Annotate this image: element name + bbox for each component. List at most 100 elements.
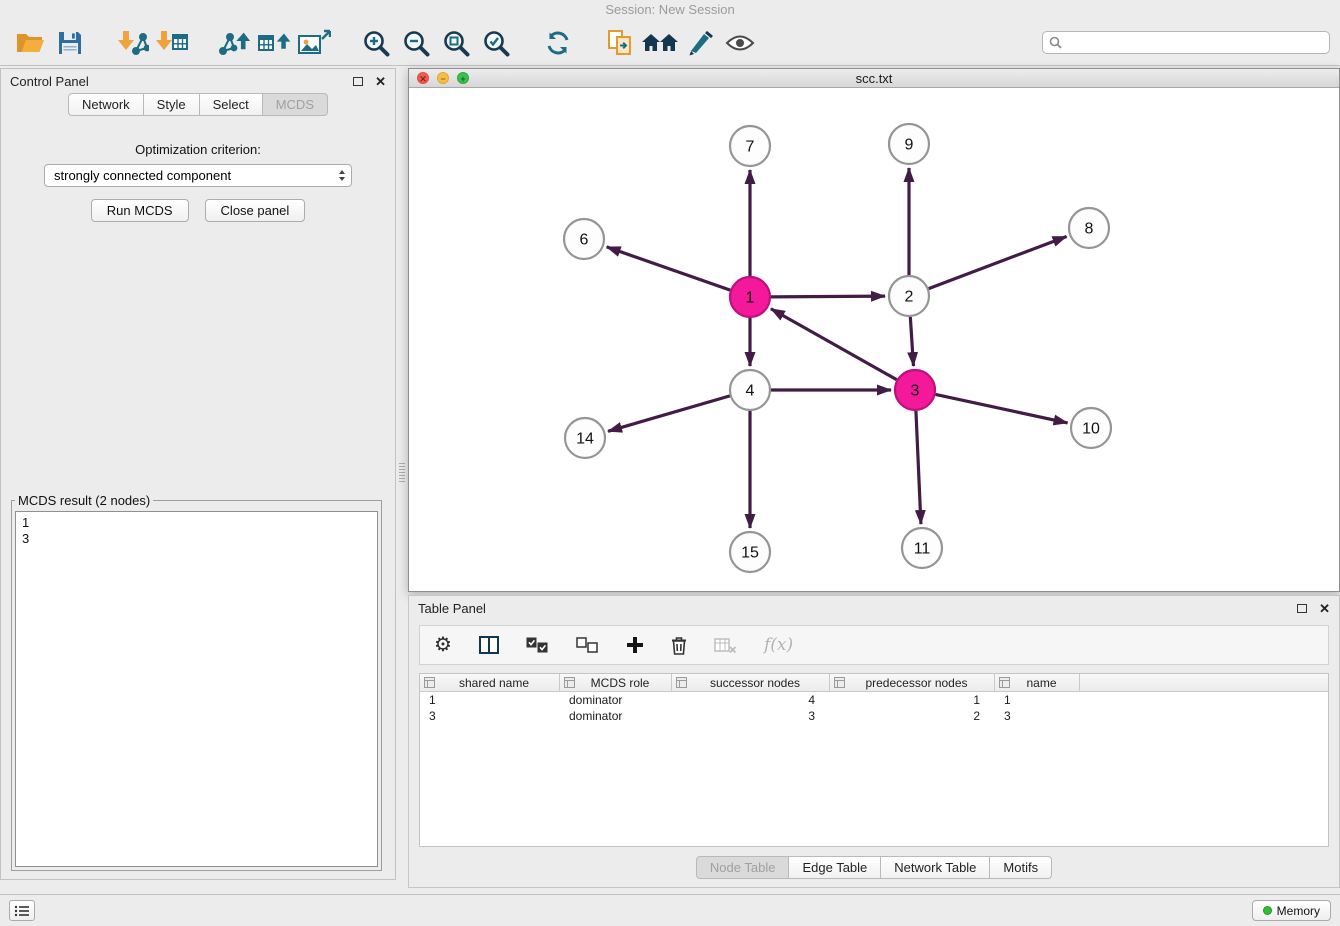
- column-header-predecessor-nodes[interactable]: predecessor nodes: [830, 674, 995, 691]
- clone-network-button[interactable]: [600, 23, 640, 63]
- column-options-icon[interactable]: [834, 677, 845, 688]
- clone-network-icon: [606, 29, 634, 57]
- network-graph[interactable]: 7 9 6 8 1 2 4 3 14 10 15 11: [409, 88, 1339, 591]
- column-header-shared-name[interactable]: shared name: [420, 674, 560, 691]
- dropdown-stepper-icon: [339, 170, 345, 181]
- node-11[interactable]: 11: [902, 528, 942, 568]
- zoom-in-button[interactable]: [356, 23, 396, 63]
- zoom-selected-button[interactable]: [476, 23, 516, 63]
- node-7[interactable]: 7: [730, 126, 770, 166]
- tab-network[interactable]: Network: [68, 93, 144, 116]
- panel-splitter-grip[interactable]: [399, 462, 405, 482]
- memory-button[interactable]: Memory: [1252, 900, 1331, 921]
- deselect-all-button[interactable]: [576, 630, 599, 660]
- function-builder-button[interactable]: f(x): [764, 630, 793, 660]
- edge-1-6[interactable]: [607, 247, 731, 290]
- criterion-dropdown[interactable]: strongly connected component: [44, 164, 352, 187]
- export-network-button[interactable]: [214, 23, 254, 63]
- column-header-MCDS-role[interactable]: MCDS role: [560, 674, 672, 691]
- memory-status-dot: [1263, 906, 1272, 915]
- apply-layout-button[interactable]: [538, 23, 578, 63]
- select-all-button[interactable]: [526, 630, 549, 660]
- column-options-icon[interactable]: [564, 677, 575, 688]
- node-3[interactable]: 3: [895, 370, 935, 410]
- column-header-name[interactable]: name: [995, 674, 1080, 691]
- table-row[interactable]: 3dominator323: [420, 708, 1328, 724]
- node-8[interactable]: 8: [1069, 208, 1109, 248]
- node-10[interactable]: 10: [1071, 408, 1111, 448]
- tab-node-table[interactable]: Node Table: [696, 856, 790, 879]
- add-row-button[interactable]: [626, 630, 644, 660]
- float-table-panel-icon[interactable]: [1297, 604, 1307, 613]
- mcds-result-title: MCDS result (2 nodes): [15, 493, 153, 508]
- tab-edge-table[interactable]: Edge Table: [788, 856, 881, 879]
- column-header-successor-nodes[interactable]: successor nodes: [672, 674, 830, 691]
- column-header-label: successor nodes: [689, 676, 829, 690]
- visibility-button[interactable]: [720, 23, 760, 63]
- float-panel-icon[interactable]: [353, 77, 363, 86]
- import-network-button[interactable]: [112, 23, 152, 63]
- zoom-fit-button[interactable]: [436, 23, 476, 63]
- run-mcds-button[interactable]: Run MCDS: [91, 199, 189, 222]
- node-9[interactable]: 9: [889, 124, 929, 164]
- column-options-icon[interactable]: [999, 677, 1010, 688]
- close-panel-icon[interactable]: ✕: [375, 75, 386, 88]
- zoom-out-button[interactable]: [396, 23, 436, 63]
- table-settings-button[interactable]: ⚙: [434, 630, 452, 660]
- delete-table-button[interactable]: [714, 630, 737, 660]
- node-label: 6: [580, 232, 589, 249]
- edge-4-14[interactable]: [608, 396, 730, 431]
- node-4[interactable]: 4: [730, 370, 770, 410]
- tab-select[interactable]: Select: [199, 93, 263, 116]
- split-columns-button[interactable]: [479, 630, 499, 660]
- table-toolbar: ⚙: [419, 625, 1329, 665]
- node-1[interactable]: 1: [730, 277, 770, 317]
- node-6[interactable]: 6: [564, 219, 604, 259]
- node-15[interactable]: 15: [730, 532, 770, 572]
- edge-3-10[interactable]: [936, 394, 1068, 423]
- edge-3-11[interactable]: [916, 411, 921, 524]
- node-2[interactable]: 2: [889, 276, 929, 316]
- table-cell: dominator: [560, 708, 672, 724]
- tab-motifs[interactable]: Motifs: [989, 856, 1052, 879]
- edge-2-8[interactable]: [929, 236, 1067, 288]
- search-field[interactable]: [1042, 31, 1330, 54]
- table-cell: 3: [420, 708, 560, 724]
- import-table-button[interactable]: [152, 23, 192, 63]
- function-builder-icon: f(x): [764, 635, 793, 655]
- search-input[interactable]: [1066, 36, 1323, 50]
- edge-2-3[interactable]: [910, 317, 913, 366]
- home-views-button[interactable]: [640, 23, 680, 63]
- open-session-button[interactable]: [10, 23, 50, 63]
- delete-row-button[interactable]: [671, 630, 687, 660]
- edge-3-1[interactable]: [771, 309, 897, 380]
- close-table-panel-icon[interactable]: ✕: [1319, 602, 1330, 615]
- style-tool-icon: [686, 30, 714, 56]
- export-table-button[interactable]: [254, 23, 294, 63]
- export-image-button[interactable]: [294, 23, 334, 63]
- save-session-button[interactable]: [50, 23, 90, 63]
- node-table[interactable]: shared nameMCDS role successor nodesprede…: [419, 673, 1329, 847]
- edge-1-2[interactable]: [771, 296, 885, 297]
- table-row[interactable]: 1dominator411: [420, 692, 1328, 708]
- tab-style[interactable]: Style: [143, 93, 200, 116]
- node-14[interactable]: 14: [565, 418, 605, 458]
- column-options-icon[interactable]: [424, 677, 435, 688]
- column-options-icon[interactable]: [676, 677, 687, 688]
- node-label: 9: [905, 137, 914, 154]
- node-label: 15: [741, 545, 759, 562]
- mcds-result-list[interactable]: 13: [15, 511, 378, 867]
- tab-mcds[interactable]: MCDS: [262, 93, 328, 116]
- table-header-row: shared nameMCDS role successor nodesprede…: [420, 674, 1328, 692]
- tab-network-table[interactable]: Network Table: [880, 856, 990, 879]
- hide-panels-button[interactable]: [9, 900, 35, 921]
- gear-icon: ⚙: [434, 635, 452, 655]
- network-window-titlebar[interactable]: scc.txt ✕ − +: [409, 69, 1339, 88]
- table-panel-title: Table Panel: [418, 601, 486, 616]
- mcds-result-value: 1: [22, 515, 371, 531]
- network-canvas[interactable]: 7 9 6 8 1 2 4 3 14 10 15 11: [409, 88, 1339, 591]
- close-panel-button[interactable]: Close panel: [205, 199, 306, 222]
- control-panel: Control Panel ✕ NetworkStyleSelectMCDS O…: [0, 68, 396, 880]
- style-tool-button[interactable]: [680, 23, 720, 63]
- delete-table-icon: [714, 637, 737, 654]
